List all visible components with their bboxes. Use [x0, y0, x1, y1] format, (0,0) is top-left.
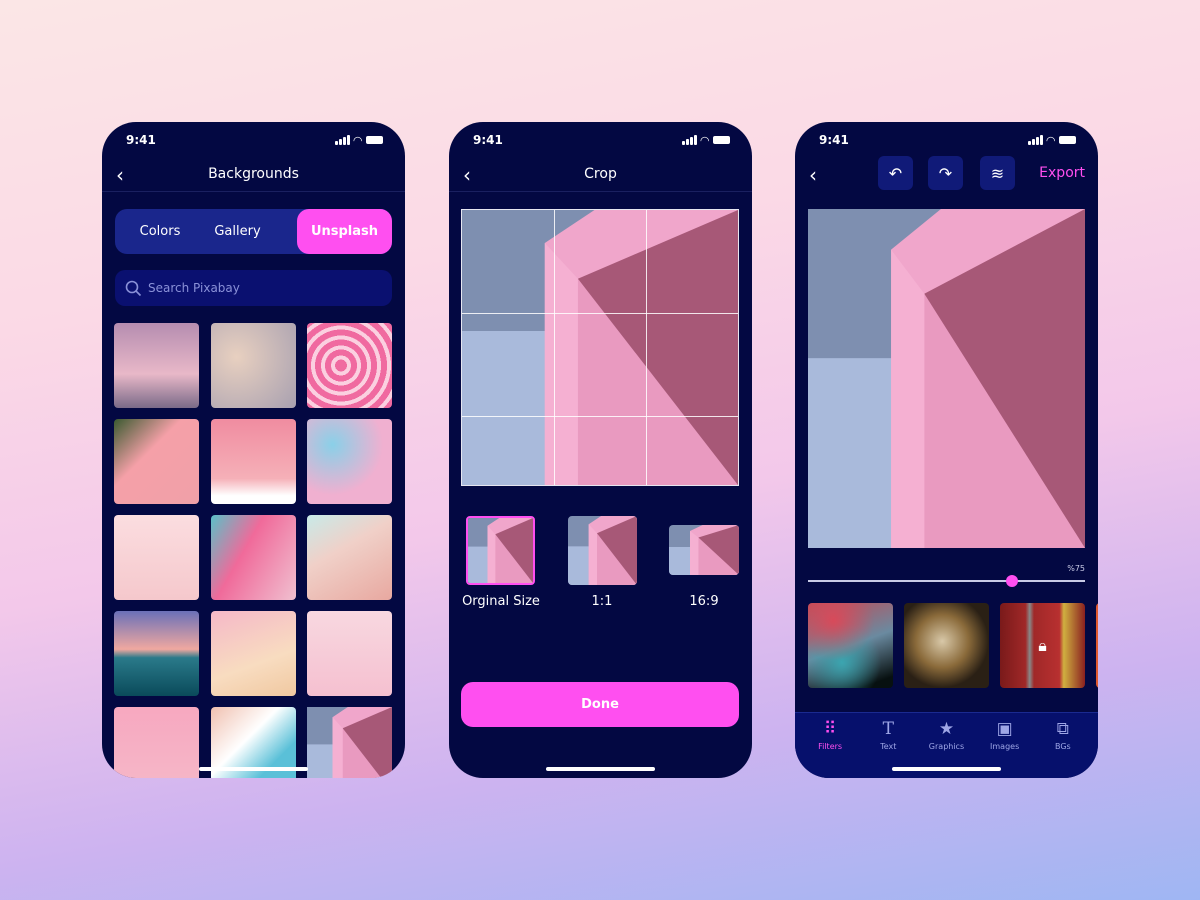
status-bar: 9:41 ◠ [819, 132, 1076, 148]
background-thumb[interactable] [114, 323, 199, 408]
crop-canvas[interactable] [461, 209, 739, 486]
star-icon: ★ [938, 719, 955, 739]
text-icon: T [882, 719, 894, 739]
nav-label: Text [880, 742, 897, 751]
wifi-icon: ◠ [700, 133, 709, 147]
intensity-slider[interactable] [808, 575, 1085, 587]
home-indicator [546, 767, 655, 771]
filter-thumb-partial[interactable] [1096, 603, 1098, 688]
redo-button[interactable]: ↷ [928, 156, 963, 190]
undo-icon: ↶ [888, 163, 903, 183]
page-title: Crop [584, 166, 617, 182]
wifi-icon: ◠ [353, 133, 362, 147]
ratio-original-thumb[interactable] [466, 516, 535, 585]
background-thumb[interactable] [114, 515, 199, 600]
status-time: 9:41 [126, 133, 156, 147]
search-placeholder: Search Pixabay [148, 281, 240, 295]
status-time: 9:41 [473, 133, 503, 147]
slider-thumb[interactable] [1005, 575, 1018, 587]
header: ‹ Crop [449, 158, 752, 192]
background-thumb[interactable] [307, 707, 392, 778]
crop-screen: 9:41 ◠ ‹ Crop Orginal Size 1:1 16:9 Done [449, 122, 752, 778]
battery-icon [366, 136, 383, 144]
nav-bgs[interactable]: ⧉ BGs [1035, 713, 1090, 778]
home-indicator [892, 767, 1001, 771]
tab-colors[interactable]: Colors [115, 209, 205, 254]
pink-building-image [568, 516, 637, 585]
background-thumb[interactable] [114, 611, 199, 696]
ratio-1-1-thumb[interactable] [568, 516, 637, 585]
layers-squares-icon: ⧉ [1056, 719, 1069, 739]
slider-value-label: %75 [1067, 564, 1085, 573]
ratio-16-9-thumb[interactable] [669, 525, 739, 575]
done-button[interactable]: Done [461, 682, 739, 727]
background-thumb[interactable] [211, 515, 296, 600]
nav-filters[interactable]: ⠿ Filters [803, 713, 858, 778]
ratio-original-label: Orginal Size [462, 594, 540, 609]
header: ‹ Backgrounds [102, 158, 405, 192]
signal-icon [334, 135, 350, 145]
back-chevron-icon[interactable]: ‹ [809, 163, 817, 187]
grid-line [462, 416, 738, 418]
pink-building-image [307, 707, 392, 778]
tab-unsplash[interactable]: Unsplash [297, 209, 392, 254]
filter-thumb-fluid[interactable] [808, 603, 893, 688]
lock-icon: 🔒︎ [1038, 635, 1047, 655]
background-thumb[interactable] [307, 419, 392, 504]
canvas-image[interactable] [808, 209, 1085, 548]
nav-label: Graphics [928, 742, 965, 751]
redo-icon: ↷ [938, 163, 953, 183]
layers-icon: ≋ [990, 163, 1005, 183]
pink-building-image [462, 210, 738, 485]
signal-icon [681, 135, 697, 145]
search-input[interactable]: Search Pixabay [115, 270, 392, 306]
image-icon: ▣ [996, 719, 1013, 739]
filter-thumb-marble[interactable] [904, 603, 989, 688]
background-thumb[interactable] [211, 611, 296, 696]
ratio-16-9-label: 16:9 [689, 594, 719, 609]
signal-icon [1027, 135, 1043, 145]
undo-button[interactable]: ↶ [878, 156, 913, 190]
grid-line [645, 210, 647, 485]
background-thumb[interactable] [307, 515, 392, 600]
background-thumb[interactable] [114, 419, 199, 504]
battery-icon [1059, 136, 1076, 144]
wifi-icon: ◠ [1046, 133, 1055, 147]
status-bar: 9:41 ◠ [126, 132, 383, 148]
background-thumb[interactable] [307, 323, 392, 408]
backgrounds-screen: 9:41 ◠ ‹ Backgrounds Colors Gallery Unsp… [102, 122, 405, 778]
nav-label: Filters [818, 742, 843, 751]
battery-icon [713, 136, 730, 144]
editor-screen: 9:41 ◠ ‹ ↶ ↷ ≋ Export %75 🔒︎ ⠿ Filters TT… [795, 122, 1098, 778]
status-bar: 9:41 ◠ [473, 132, 730, 148]
background-thumb[interactable] [211, 419, 296, 504]
ratio-1-1-label: 1:1 [591, 594, 613, 609]
background-thumb[interactable] [211, 323, 296, 408]
source-segmented-control: Colors Gallery Unsplash [115, 209, 392, 254]
nav-label: Images [990, 742, 1020, 751]
background-thumb[interactable] [114, 707, 199, 778]
pink-building-image [468, 518, 533, 583]
grid-line [553, 210, 555, 485]
tab-gallery[interactable]: Gallery [205, 209, 270, 254]
nav-label: BGs [1054, 742, 1071, 751]
status-time: 9:41 [819, 133, 849, 147]
grid-icon: ⠿ [823, 719, 837, 739]
filter-thumb-locked[interactable]: 🔒︎ [1000, 603, 1085, 688]
home-indicator [199, 767, 308, 771]
background-thumb[interactable] [307, 611, 392, 696]
grid-line [462, 313, 738, 315]
page-title: Backgrounds [208, 166, 299, 182]
pink-building-image [669, 525, 739, 575]
layers-button[interactable]: ≋ [980, 156, 1015, 190]
pink-building-image [808, 209, 1085, 548]
export-button[interactable]: Export [1039, 165, 1085, 181]
search-icon [125, 280, 142, 296]
